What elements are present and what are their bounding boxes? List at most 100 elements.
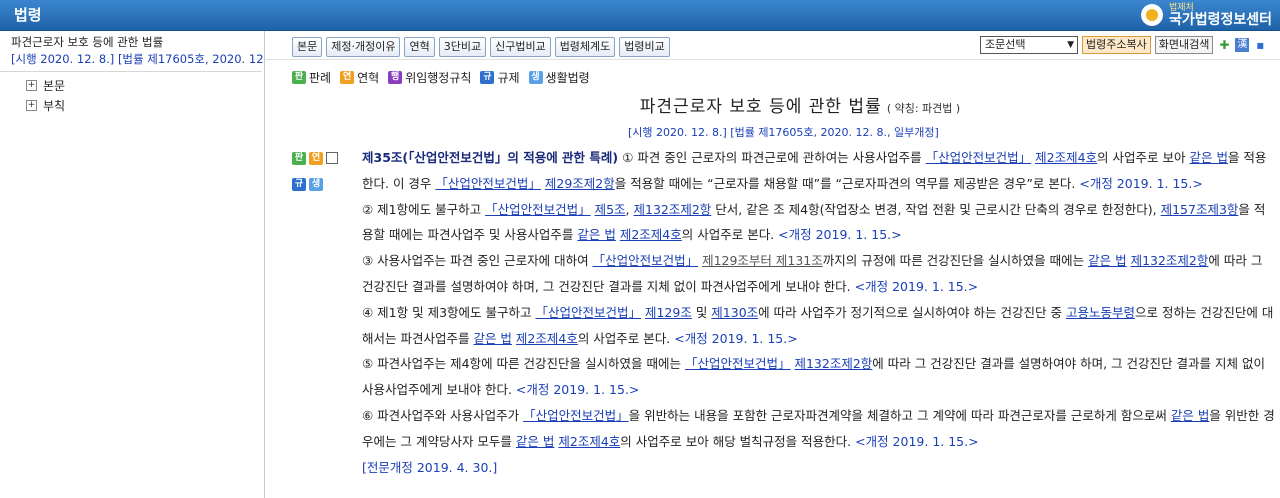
- link-article[interactable]: 제2조제4호: [516, 331, 578, 346]
- revision-note: <개정 2019. 1. 15.>: [1079, 175, 1203, 191]
- paragraph-5: ⑤ 파견사업주는 제4항에 따른 건강진단을 실시하였을 때에는 「산업안전보건…: [362, 351, 1276, 403]
- link-article[interactable]: 제129조: [645, 305, 692, 320]
- link-same-law[interactable]: 같은 법: [1171, 408, 1209, 423]
- legend-label: 생활법령: [545, 71, 590, 85]
- text: 단서, 같은 조 제4항(작업장소 변경, 작업 전환 및 근로시간 단축의 경…: [711, 201, 1161, 217]
- article-select[interactable]: 조문선택 ▼: [980, 36, 1078, 54]
- revision-note: <개정 2019. 1. 15.>: [855, 433, 979, 449]
- save-icon[interactable]: ▪: [1253, 38, 1267, 52]
- text: ② 제1항에도 불구하고: [362, 201, 486, 217]
- article-title: 제35조(「산업안전보건법」의 적용에 관한 특례): [362, 150, 619, 165]
- link-article[interactable]: 제29조제2항: [545, 176, 615, 191]
- article-checkbox[interactable]: [326, 152, 338, 164]
- old-new-compare-button[interactable]: 신구법비교: [490, 37, 551, 57]
- text: ① 파견 중인 근로자의 파견근로에 관하여는 사용사업주를: [618, 150, 926, 165]
- sidebar-law-meta[interactable]: [시행 2020. 12. 8.] [법률 제17605호, 2020. 12: [0, 50, 264, 67]
- enforcement-info: [시행 2020. 12. 8.] [법률 제17605호, 2020. 12.…: [628, 126, 939, 139]
- article-select-value: 조문선택: [985, 38, 1026, 51]
- link-same-law[interactable]: 같은 법: [516, 434, 554, 449]
- link-article[interactable]: 제2조제4호: [558, 434, 620, 449]
- regulation-icon[interactable]: 규: [292, 177, 306, 191]
- site-logo[interactable]: 법제처 국가법령정보센터: [1140, 1, 1272, 29]
- link-article[interactable]: 제132조제2항: [1131, 253, 1209, 268]
- paragraph-3: ③ 사용사업주는 파견 중인 근로자에 대하여 「산업안전보건법」 제129조부…: [362, 248, 1276, 300]
- legend-label: 위임행정규칙: [405, 71, 472, 85]
- living-law-icon[interactable]: 생: [309, 177, 323, 191]
- link-sanan[interactable]: 「산업안전보건법」: [926, 150, 1032, 165]
- revision-note: <개정 2019. 1. 15.>: [778, 227, 902, 243]
- text: 의 사업주로 보아 해당 벌칙규정을 적용한다.: [620, 433, 856, 449]
- paragraph-2: ② 제1항에도 불구하고 「산업안전보건법」 제5조, 제132조제2항 단서,…: [362, 201, 1266, 243]
- divider: [266, 59, 1280, 60]
- link-same-law[interactable]: 같은 법: [1088, 253, 1126, 268]
- header-bar: 법령 법제처 국가법령정보센터: [0, 0, 1280, 31]
- text: 을 위반하는 내용을 포함한 근로자파견계약을 체결하고 그 계약에 따라 파견…: [628, 407, 1171, 423]
- revision-reason-button[interactable]: 제정·개정이유: [326, 37, 401, 57]
- link-article[interactable]: 제2조제4호: [620, 227, 682, 242]
- revision-note: <개정 2019. 1. 15.>: [854, 278, 979, 294]
- sidebar-law-name[interactable]: 파견근로자 보호 등에 관한 법률: [0, 31, 264, 50]
- link-sanan[interactable]: 「산업안전보건법」: [523, 408, 629, 423]
- link-article[interactable]: 제132조제2항: [794, 356, 872, 371]
- toolbar: 본문 제정·개정이유 연혁 3단비교 신구법비교 법령체계도 법령비교: [292, 37, 670, 57]
- logo-main: 국가법령정보센터: [1168, 11, 1272, 28]
- text: 의 사업주로 본다.: [577, 330, 675, 346]
- star-icon[interactable]: ✚: [1217, 38, 1231, 52]
- legend-label: 규제: [497, 71, 520, 85]
- body-button[interactable]: 본문: [292, 37, 323, 57]
- link-sanan[interactable]: 「산업안전보건법」: [685, 356, 791, 371]
- law-title-block: 파견근로자 보호 등에 관한 법률 ( 약칭: 파견법 ): [0, 92, 1280, 117]
- text: 및: [691, 304, 712, 320]
- history-button[interactable]: 연혁: [404, 37, 435, 57]
- text: 에 따라 사업주가 정기적으로 실시하여야 하는 건강진단 중: [758, 304, 1066, 320]
- regulation-icon: 규: [480, 71, 495, 84]
- link-article[interactable]: 제130조: [711, 305, 758, 320]
- text: ⑤ 파견사업주는 제4항에 따른 건강진단을 실시하였을 때에는: [362, 356, 685, 372]
- link-same-law[interactable]: 같은 법: [577, 227, 615, 242]
- three-way-compare-button[interactable]: 3단비교: [438, 37, 487, 57]
- link-same-law[interactable]: 같은 법: [1189, 150, 1227, 165]
- chevron-down-icon: ▼: [1067, 40, 1074, 50]
- legend: 판 판례 연 연혁 행 위임행정규칙 규 규제 생 생활법령: [292, 69, 596, 86]
- article-gutter: 판 연 규 생: [292, 145, 362, 197]
- admin-rule-icon: 행: [388, 71, 403, 84]
- law-structure-button[interactable]: 법령체계도: [554, 37, 616, 57]
- paragraph-4: ④ 제1항 및 제3항에도 불구하고 「산업안전보건법」 제129조 및 제13…: [362, 300, 1276, 352]
- toolbar-right: 조문선택 ▼ 법령주소복사 화면내검색 ✚ 漢 ▪: [980, 36, 1267, 54]
- article-text: 제35조(「산업안전보건법」의 적용에 관한 특례) ① 파견 중인 근로자의 …: [362, 145, 1276, 480]
- law-abbr: ( 약칭: 파견법 ): [886, 102, 961, 115]
- link-article[interactable]: 제5조: [595, 202, 626, 217]
- link-sanan[interactable]: 「산업안전보건법」: [535, 305, 641, 320]
- text: 의 사업주로 보아: [1097, 150, 1190, 165]
- paragraph-6: ⑥ 파견사업주와 사용사업주가 「산업안전보건법」을 위반하는 내용을 포함한 …: [362, 403, 1276, 455]
- link-sanan[interactable]: 「산업안전보건법」: [435, 176, 541, 191]
- history-icon: 연: [340, 71, 355, 84]
- precedent-icon: 판: [292, 71, 306, 84]
- expand-icon[interactable]: +: [26, 80, 37, 91]
- paragraph-1: 제35조(「산업안전보건법」의 적용에 관한 특례) ① 파견 중인 근로자의 …: [362, 145, 1276, 197]
- full-revision: [전문개정 2019. 4. 30.]: [362, 455, 1276, 481]
- link-sanan[interactable]: 「산업안전보건법」: [593, 253, 699, 268]
- link-article[interactable]: 제157조제3항: [1161, 202, 1239, 217]
- law-title: 파견근로자 보호 등에 관한 법률: [639, 97, 882, 117]
- link-same-law[interactable]: 같은 법: [473, 331, 511, 346]
- divider: [0, 71, 262, 72]
- link-article[interactable]: 제132조제2항: [634, 202, 712, 217]
- text: ⑥ 파견사업주와 사용사업주가: [362, 407, 524, 423]
- link-article[interactable]: 제2조제4호: [1035, 150, 1097, 165]
- text: ③ 사용사업주는 파견 중인 근로자에 대하여: [362, 253, 593, 269]
- link-sanan[interactable]: 「산업안전보건법」: [485, 202, 591, 217]
- revision-note: <개정 2019. 1. 15.>: [674, 330, 798, 346]
- legend-label: 연혁: [357, 71, 380, 85]
- link-article[interactable]: 제129조부터 제131조: [702, 253, 823, 268]
- text: 까지의 규정에 따른 건강진단을 실시하였을 때에는: [822, 253, 1089, 269]
- precedent-icon[interactable]: 판: [292, 151, 306, 165]
- living-law-icon: 생: [528, 71, 543, 84]
- law-compare-button[interactable]: 법령비교: [619, 37, 670, 57]
- hanja-icon[interactable]: 漢: [1235, 38, 1250, 52]
- copy-url-button[interactable]: 법령주소복사: [1082, 36, 1151, 54]
- link-moel-ordinance[interactable]: 고용노동부령: [1066, 305, 1135, 320]
- search-in-page-button[interactable]: 화면내검색: [1154, 36, 1214, 54]
- full-revision-note: [전문개정 2019. 4. 30.]: [362, 459, 498, 475]
- history-icon[interactable]: 연: [309, 151, 323, 165]
